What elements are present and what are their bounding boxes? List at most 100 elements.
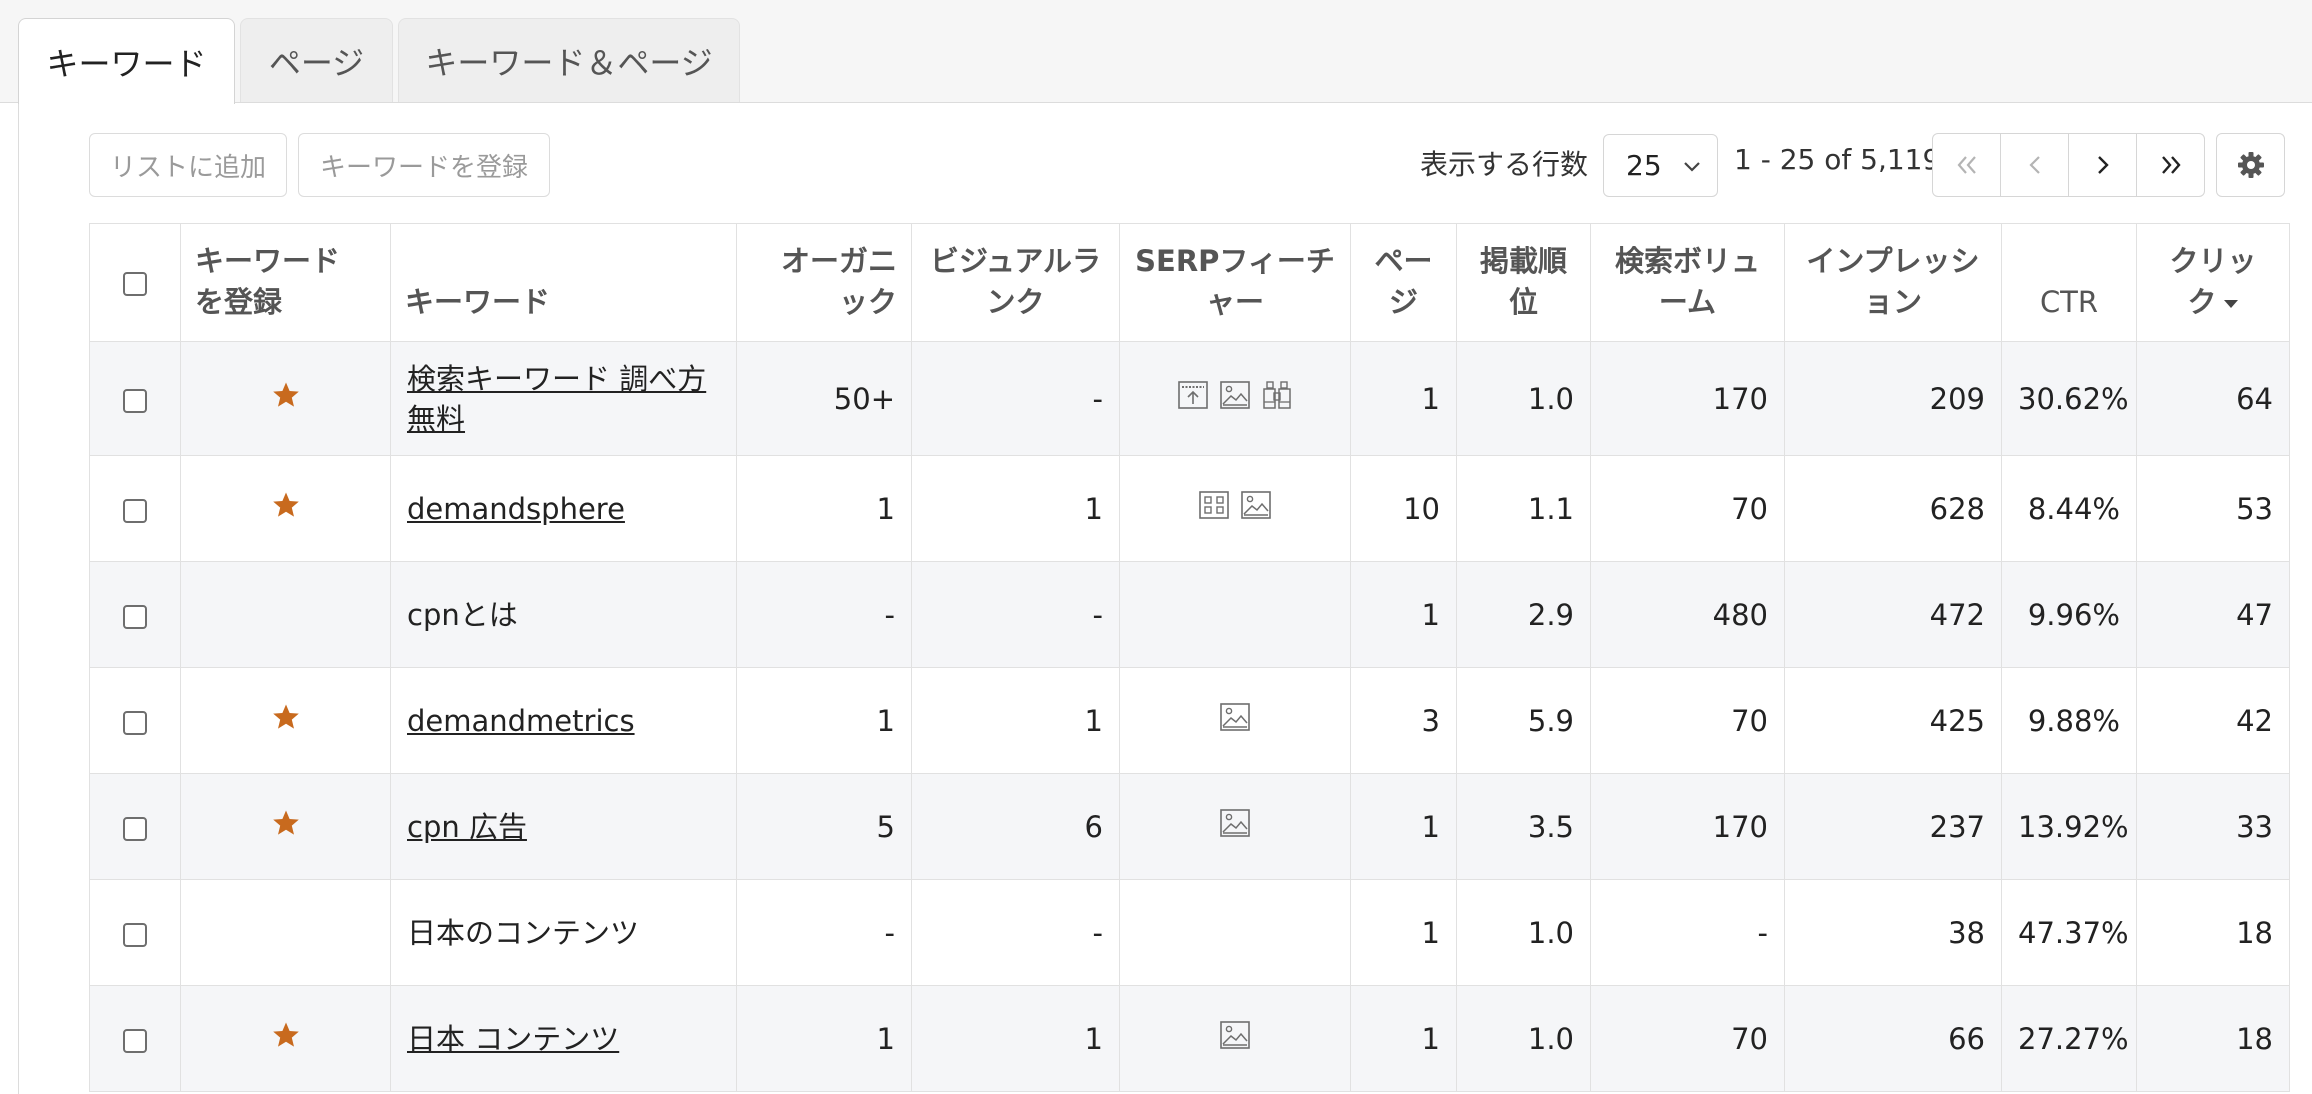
keyword-text: 日本のコンテンツ — [407, 915, 640, 950]
page-cell: 1 — [1350, 773, 1457, 880]
impressions-cell: 425 — [1784, 667, 2002, 774]
keyword-link[interactable]: cpn 広告 — [407, 810, 527, 844]
position-cell: 1.1 — [1456, 455, 1591, 562]
serp-features-cell — [1119, 879, 1351, 986]
tab-keyword[interactable]: キーワード — [18, 18, 235, 104]
chevron-left-icon — [2028, 156, 2040, 174]
add-to-list-button[interactable]: リストに追加 — [89, 133, 287, 197]
impressions-cell: 237 — [1784, 773, 2002, 880]
header-visual-rank[interactable]: ビジュアルラ ンク — [911, 223, 1120, 342]
visual-rank-cell: 1 — [911, 455, 1120, 562]
double-chevron-right-icon — [2161, 156, 2181, 174]
row-select-cell — [89, 773, 181, 880]
header-position[interactable]: 掲載順位 — [1456, 223, 1591, 342]
ctr-cell: 9.96% — [2001, 561, 2137, 668]
header-register[interactable]: キーワード を登録 — [180, 223, 391, 342]
table-row: cpn 広告 5 6 1 3.5 170 237 13.92% 33 — [89, 773, 2290, 880]
row-checkbox[interactable] — [123, 1028, 147, 1053]
double-chevron-left-icon — [1957, 156, 1976, 174]
page-cell: 3 — [1350, 667, 1457, 774]
search-volume-cell: - — [1590, 879, 1785, 986]
last-page-button[interactable] — [2136, 134, 2204, 196]
settings-button[interactable] — [2216, 133, 2285, 197]
organic-cell: - — [736, 561, 912, 668]
header-search-volume[interactable]: 検索ボリュ ーム — [1590, 223, 1785, 342]
keyword-cell: demandmetrics — [390, 667, 737, 774]
register-cell[interactable] — [180, 667, 391, 774]
page-cell: 1 — [1350, 879, 1457, 986]
impressions-cell: 209 — [1784, 341, 2002, 456]
header-page[interactable]: ページ — [1350, 223, 1457, 342]
row-select-cell — [89, 879, 181, 986]
row-select-cell — [89, 985, 181, 1092]
keyword-link[interactable]: 検索キーワード 調べ方 無料 — [407, 362, 706, 436]
search-volume-cell: 170 — [1590, 773, 1785, 880]
star-icon[interactable] — [271, 490, 301, 527]
register-cell[interactable] — [180, 985, 391, 1092]
serp-features-cell — [1119, 773, 1351, 880]
organic-cell: 1 — [736, 667, 912, 774]
row-select-cell — [89, 455, 181, 562]
impressions-cell: 66 — [1784, 985, 2002, 1092]
register-cell — [180, 879, 391, 986]
table-row: demandsphere 1 1 10 1.1 70 628 8.44% 53 — [89, 455, 2290, 562]
keyword-cell: demandsphere — [390, 455, 737, 562]
serp-features-cell — [1119, 341, 1351, 456]
register-cell[interactable] — [180, 341, 391, 456]
keyword-link[interactable]: 日本 コンテンツ — [407, 1022, 619, 1056]
star-icon[interactable] — [271, 1020, 301, 1057]
position-cell: 2.9 — [1456, 561, 1591, 668]
grid-icon — [1198, 489, 1230, 528]
star-icon[interactable] — [271, 380, 301, 417]
row-checkbox[interactable] — [123, 816, 147, 841]
ctr-cell: 9.88% — [2001, 667, 2137, 774]
row-checkbox[interactable] — [123, 388, 147, 413]
previous-page-button[interactable] — [2000, 134, 2068, 196]
upload-box-icon — [1177, 379, 1209, 418]
impressions-cell: 628 — [1784, 455, 2002, 562]
search-volume-cell: 70 — [1590, 455, 1785, 562]
header-organic[interactable]: オーガニ ック — [736, 223, 912, 342]
header-serp-features[interactable]: SERPフィーチ ャー — [1119, 223, 1351, 342]
ctr-cell: 8.44% — [2001, 455, 2137, 562]
organic-cell: 1 — [736, 455, 912, 562]
star-icon[interactable] — [271, 808, 301, 845]
tab-page[interactable]: ページ — [240, 18, 393, 102]
next-page-button[interactable] — [2068, 134, 2136, 196]
ctr-cell: 27.27% — [2001, 985, 2137, 1092]
keyword-cell: 検索キーワード 調べ方 無料 — [390, 341, 737, 456]
visual-rank-cell: - — [911, 561, 1120, 668]
row-checkbox[interactable] — [123, 498, 147, 523]
gear-icon — [2237, 152, 2264, 178]
select-all-checkbox[interactable] — [123, 272, 147, 296]
header-clicks[interactable]: クリック — [2136, 223, 2290, 342]
image-icon — [1219, 379, 1251, 418]
organic-cell: 5 — [736, 773, 912, 880]
keyword-link[interactable]: demandmetrics — [407, 704, 635, 738]
keyword-cell: 日本のコンテンツ — [390, 879, 737, 986]
page-cell: 10 — [1350, 455, 1457, 562]
rows-per-page-select[interactable]: 25 — [1603, 134, 1718, 197]
clicks-cell: 64 — [2136, 341, 2290, 456]
position-cell: 1.0 — [1456, 879, 1591, 986]
search-volume-cell: 480 — [1590, 561, 1785, 668]
serp-features-cell — [1119, 667, 1351, 774]
header-ctr[interactable]: CTR — [2001, 223, 2137, 342]
clicks-cell: 53 — [2136, 455, 2290, 562]
row-checkbox[interactable] — [123, 922, 147, 947]
first-page-button[interactable] — [1933, 134, 2000, 196]
visual-rank-cell: 1 — [911, 985, 1120, 1092]
table-row: demandmetrics 1 1 3 5.9 70 425 9.88% 42 — [89, 667, 2290, 774]
select-all-header — [89, 223, 181, 342]
register-cell[interactable] — [180, 455, 391, 562]
row-checkbox[interactable] — [123, 710, 147, 735]
tab-keyword-page[interactable]: キーワード＆ページ — [398, 18, 740, 102]
header-keyword[interactable]: キーワード — [390, 223, 737, 342]
register-keyword-button[interactable]: キーワードを登録 — [298, 133, 550, 197]
keyword-link[interactable]: demandsphere — [407, 492, 625, 526]
row-checkbox[interactable] — [123, 604, 147, 629]
register-cell[interactable] — [180, 773, 391, 880]
visual-rank-cell: - — [911, 879, 1120, 986]
star-icon[interactable] — [271, 702, 301, 739]
header-impressions[interactable]: インプレッシ ョン — [1784, 223, 2002, 342]
